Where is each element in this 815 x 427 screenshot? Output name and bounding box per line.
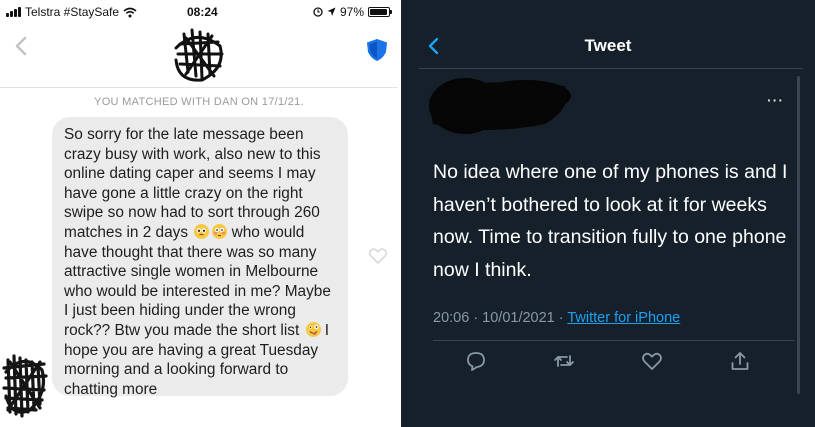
wifi-icon: [123, 7, 137, 17]
share-icon[interactable]: [729, 350, 751, 372]
zany-face-emoji-icon: [305, 321, 321, 337]
tweet-text: No idea where one of my phones is and I …: [433, 161, 788, 281]
clock-time: 08:24: [187, 5, 218, 19]
safety-shield-icon[interactable]: [366, 38, 388, 62]
tweet-metadata: 20:06 · 10/01/2021 · Twitter for iPhone: [433, 310, 680, 326]
like-heart-icon[interactable]: [368, 246, 388, 266]
like-heart-icon[interactable]: [641, 350, 663, 372]
scrollbar[interactable]: [797, 76, 800, 394]
battery-percent: 97%: [339, 5, 364, 19]
status-bar: Telstra #StaySafe 08:24 97%: [0, 0, 398, 22]
redacted-profile-photo[interactable]: [166, 24, 232, 84]
carrier-label: Telstra #StaySafe: [25, 5, 120, 19]
signal-icon: [6, 7, 21, 17]
battery-icon: [368, 7, 392, 17]
alarm-icon: [313, 7, 323, 17]
header-divider: [419, 68, 803, 69]
more-options-icon[interactable]: ···: [767, 92, 784, 108]
tweet-screen: Tweet ··· No idea where one of my phones…: [401, 0, 815, 427]
location-icon: [327, 7, 336, 16]
match-notice: YOU MATCHED WITH DAN ON 17/1/21.: [94, 96, 304, 108]
redacted-sender-avatar: [2, 354, 48, 418]
tweet-source-link[interactable]: Twitter for iPhone: [567, 310, 680, 326]
actions-divider: [433, 340, 795, 341]
flushed-face-emoji-icon: [212, 223, 228, 239]
back-chevron-icon[interactable]: [10, 34, 34, 58]
retweet-icon[interactable]: [553, 350, 575, 372]
redacted-author-info: [429, 78, 571, 134]
tweet-actions: [465, 350, 765, 376]
chat-header: [0, 22, 398, 88]
message-bubble[interactable]: So sorry for the late message been crazy…: [52, 117, 348, 398]
tweet-timestamp: 20:06 · 10/01/2021 ·: [433, 310, 568, 326]
message-text-part2: who would have thought that there was so…: [64, 223, 331, 339]
reply-icon[interactable]: [465, 350, 487, 372]
pleading-face-emoji-icon: [194, 223, 210, 239]
dating-chat-screen: Telstra #StaySafe 08:24 97% YOU MATCHED …: [0, 0, 398, 427]
page-title: Tweet: [584, 36, 632, 55]
